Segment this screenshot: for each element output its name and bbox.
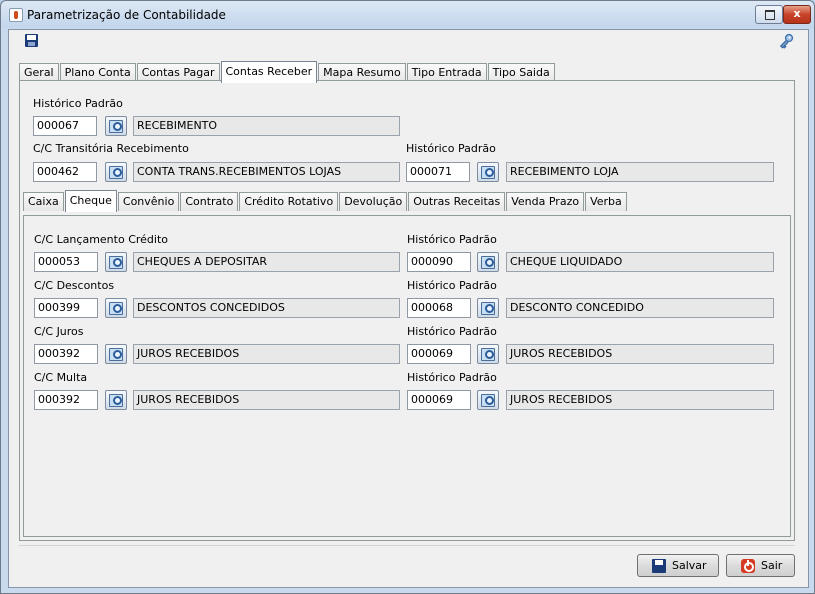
tab-caixa[interactable]: Caixa [23,192,64,211]
row-desc-field: JUROS RECEBIDOS [133,390,400,410]
historico-padrao-desc-field: RECEBIMENTO [133,116,400,136]
magnifier-lookup-icon[interactable] [105,298,127,318]
transitoria-desc-field: CONTA TRANS.RECEBIMENTOS LOJAS [133,162,400,182]
magnifier-lookup-icon[interactable] [105,390,127,410]
magnifier-lookup-icon[interactable] [477,298,499,318]
row-code-field[interactable]: 000053 [34,252,98,272]
status-bar [19,545,795,550]
transitoria-historico-label: Histórico Padrão [406,142,496,155]
row-historico-label: Histórico Padrão [407,325,497,338]
java-cup-icon [9,8,23,22]
row-historico-label: Histórico Padrão [407,279,497,292]
tab-verba[interactable]: Verba [585,192,627,211]
outer-tab-strip: Geral Plano Conta Contas Pagar Contas Receb… [19,61,556,83]
row-desc-field: CHEQUES A DEPOSITAR [133,252,400,272]
client-area: Geral Plano Conta Contas Pagar Contas Receb… [8,29,809,588]
window-title: Parametrização de Contabilidade [27,8,226,22]
magnifier-lookup-icon[interactable] [105,116,127,136]
magnifier-lookup-icon[interactable] [105,344,127,364]
floppy-disk-icon[interactable] [25,34,38,47]
historico-padrao-label: Histórico Padrão [33,97,123,110]
magnifier-lookup-icon[interactable] [477,252,499,272]
historico-padrao-code-field[interactable]: 000067 [33,116,97,136]
restore-button[interactable] [755,5,783,24]
row-desc-field: JUROS RECEBIDOS [133,344,400,364]
row-historico-desc-field: CHEQUE LIQUIDADO [506,252,774,272]
transitoria-label: C/C Transitória Recebimento [33,142,189,155]
tab-venda-prazo[interactable]: Venda Prazo [506,192,585,211]
row-code-field[interactable]: 000399 [34,298,98,318]
row-historico-desc-field: DESCONTO CONCEDIDO [506,298,774,318]
magnifier-lookup-icon[interactable] [105,162,127,182]
tab-cheque[interactable]: Cheque [64,190,117,212]
magnifier-lookup-icon[interactable] [105,252,127,272]
magnifier-lookup-icon[interactable] [477,162,499,182]
exit-button-label: Sair [761,559,783,572]
key-icon[interactable] [778,33,794,49]
title-bar[interactable]: Parametrização de Contabilidade x [1,1,814,29]
tab-contrato[interactable]: Contrato [180,192,239,211]
floppy-disk-icon [652,559,666,573]
inner-tab-strip: Caixa Cheque Convênio Contrato Crédito Rotat… [23,190,628,212]
main-window: Parametrização de Contabilidade x Geral P… [0,0,815,594]
close-button[interactable]: x [783,5,811,24]
row-code-field[interactable]: 000392 [34,390,98,410]
row-historico-code-field[interactable]: 000068 [407,298,471,318]
row-desc-field: DESCONTOS CONCEDIDOS [133,298,400,318]
transitoria-historico-desc-field: RECEBIMENTO LOJA [506,162,774,182]
tab-convenio[interactable]: Convênio [117,192,180,211]
magnifier-lookup-icon[interactable] [477,344,499,364]
row-historico-code-field[interactable]: 000069 [407,390,471,410]
row-label: C/C Descontos [34,279,115,292]
save-button-label: Salvar [672,559,707,572]
row-label: C/C Juros [34,325,84,338]
row-label: C/C Lançamento Crédito [34,233,168,246]
row-historico-code-field[interactable]: 000069 [407,344,471,364]
row-code-field[interactable]: 000392 [34,344,98,364]
transitoria-historico-code-field[interactable]: 000071 [406,162,470,182]
power-icon [741,559,755,573]
tab-credito-rotativo[interactable]: Crédito Rotativo [239,192,339,211]
exit-button[interactable]: Sair [726,554,795,577]
save-button[interactable]: Salvar [637,554,719,577]
row-historico-label: Histórico Padrão [407,233,497,246]
cheque-panel: C/C Lançamento Crédito 000053 CHEQUES A DE… [23,215,791,537]
transitoria-code-field[interactable]: 000462 [33,162,97,182]
row-historico-desc-field: JUROS RECEBIDOS [506,390,774,410]
row-historico-desc-field: JUROS RECEBIDOS [506,344,774,364]
row-historico-label: Histórico Padrão [407,371,497,384]
tab-outras-receitas[interactable]: Outras Receitas [408,192,506,211]
contas-receber-panel: Histórico Padrão 000067 RECEBIMENTO C/C … [19,80,795,541]
magnifier-lookup-icon[interactable] [477,390,499,410]
tab-contas-receber[interactable]: Contas Receber [220,61,318,83]
row-historico-code-field[interactable]: 000090 [407,252,471,272]
tab-devolucao[interactable]: Devolução [339,192,408,211]
row-label: C/C Multa [34,371,88,384]
